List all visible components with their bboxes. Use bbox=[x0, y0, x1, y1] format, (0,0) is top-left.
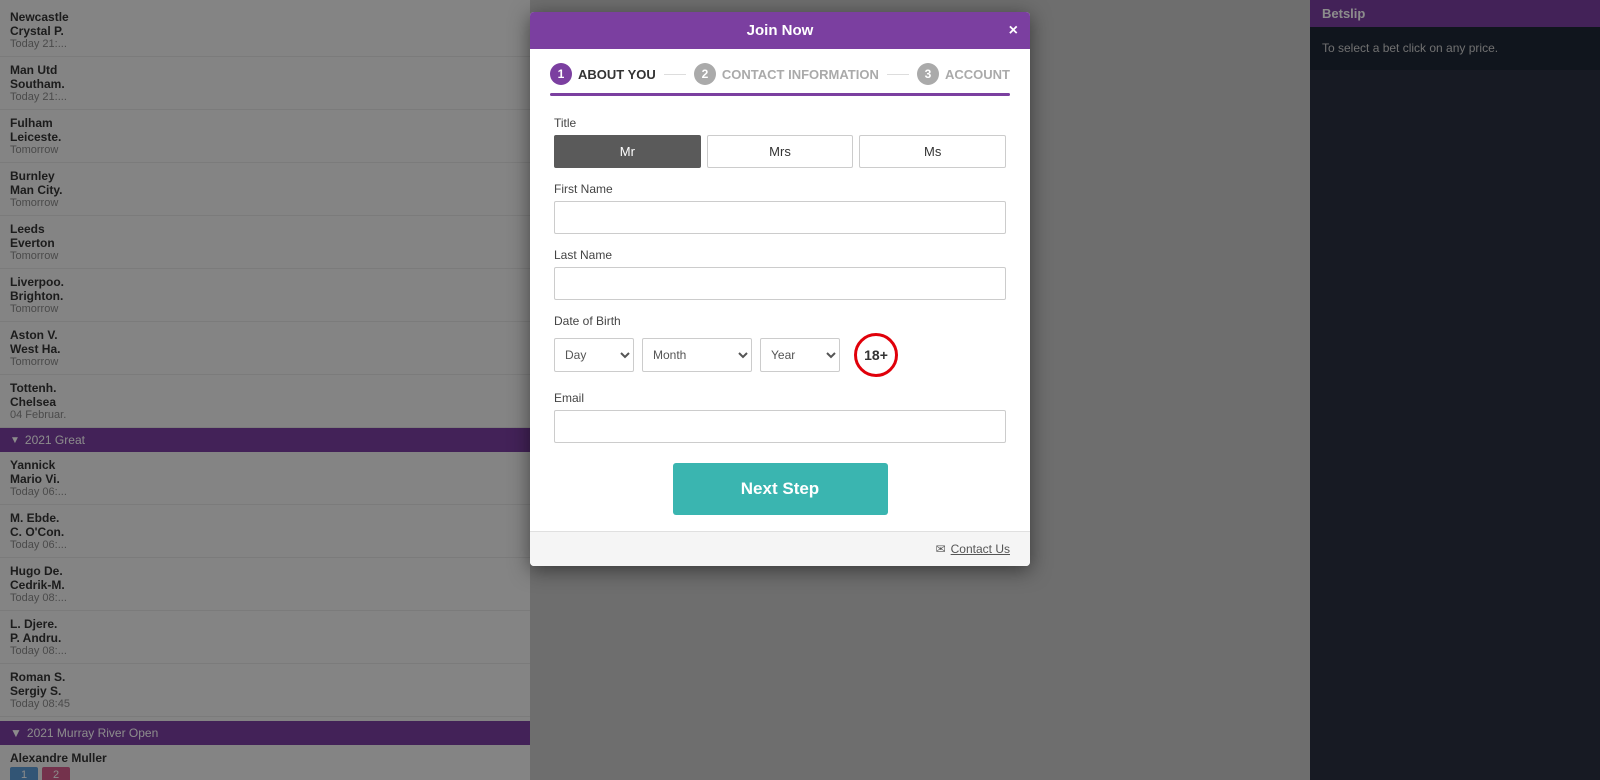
dob-row: Day Month Year 18+ bbox=[554, 333, 1006, 377]
title-mrs-button[interactable]: Mrs bbox=[707, 135, 854, 168]
modal-close-button[interactable]: × bbox=[1009, 22, 1018, 40]
next-step-button[interactable]: Next Step bbox=[673, 463, 888, 515]
first-name-label: First Name bbox=[554, 182, 1006, 196]
title-label: Title bbox=[554, 116, 1006, 130]
step-divider-2 bbox=[887, 74, 909, 75]
contact-us-link[interactable]: Contact Us bbox=[951, 542, 1010, 556]
dob-year-select[interactable]: Year bbox=[760, 338, 840, 372]
step-3-circle: 3 bbox=[917, 63, 939, 85]
modal-header: Join Now × bbox=[530, 12, 1030, 49]
email-input[interactable] bbox=[554, 410, 1006, 443]
step-1-circle: 1 bbox=[550, 63, 572, 85]
first-name-section: First Name bbox=[554, 182, 1006, 234]
email-label: Email bbox=[554, 391, 1006, 405]
dob-month-select[interactable]: Month bbox=[642, 338, 752, 372]
first-name-input[interactable] bbox=[554, 201, 1006, 234]
dob-section: Date of Birth Day Month Year 18+ bbox=[554, 314, 1006, 377]
steps-bar: 1 ABOUT YOU 2 CONTACT INFORMATION 3 ACCO… bbox=[530, 49, 1030, 85]
contact-icon: ✉ bbox=[936, 542, 946, 556]
title-mr-button[interactable]: Mr bbox=[554, 135, 701, 168]
dob-label: Date of Birth bbox=[554, 314, 1006, 328]
step-1-label: ABOUT YOU bbox=[578, 67, 656, 82]
last-name-input[interactable] bbox=[554, 267, 1006, 300]
title-buttons: Mr Mrs Ms bbox=[554, 135, 1006, 168]
modal-title: Join Now bbox=[747, 22, 814, 39]
step-2-contact[interactable]: 2 CONTACT INFORMATION bbox=[694, 63, 879, 85]
title-section: Title Mr Mrs Ms bbox=[554, 116, 1006, 168]
last-name-section: Last Name bbox=[554, 248, 1006, 300]
title-ms-button[interactable]: Ms bbox=[859, 135, 1006, 168]
step-1-about-you[interactable]: 1 ABOUT YOU bbox=[550, 63, 656, 85]
modal-footer: ✉ Contact Us bbox=[530, 531, 1030, 566]
step-2-label: CONTACT INFORMATION bbox=[722, 67, 879, 82]
step-3-account[interactable]: 3 ACCOUNT bbox=[917, 63, 1010, 85]
step-divider-1 bbox=[664, 74, 686, 75]
email-section: Email bbox=[554, 391, 1006, 443]
step-3-label: ACCOUNT bbox=[945, 67, 1010, 82]
join-now-modal: Join Now × 1 ABOUT YOU 2 CONTACT INFORMA… bbox=[530, 12, 1030, 566]
step-2-circle: 2 bbox=[694, 63, 716, 85]
age-restriction-badge: 18+ bbox=[854, 333, 898, 377]
last-name-label: Last Name bbox=[554, 248, 1006, 262]
modal-body: Title Mr Mrs Ms First Name Last Name Dat… bbox=[530, 96, 1030, 531]
dob-day-select[interactable]: Day bbox=[554, 338, 634, 372]
